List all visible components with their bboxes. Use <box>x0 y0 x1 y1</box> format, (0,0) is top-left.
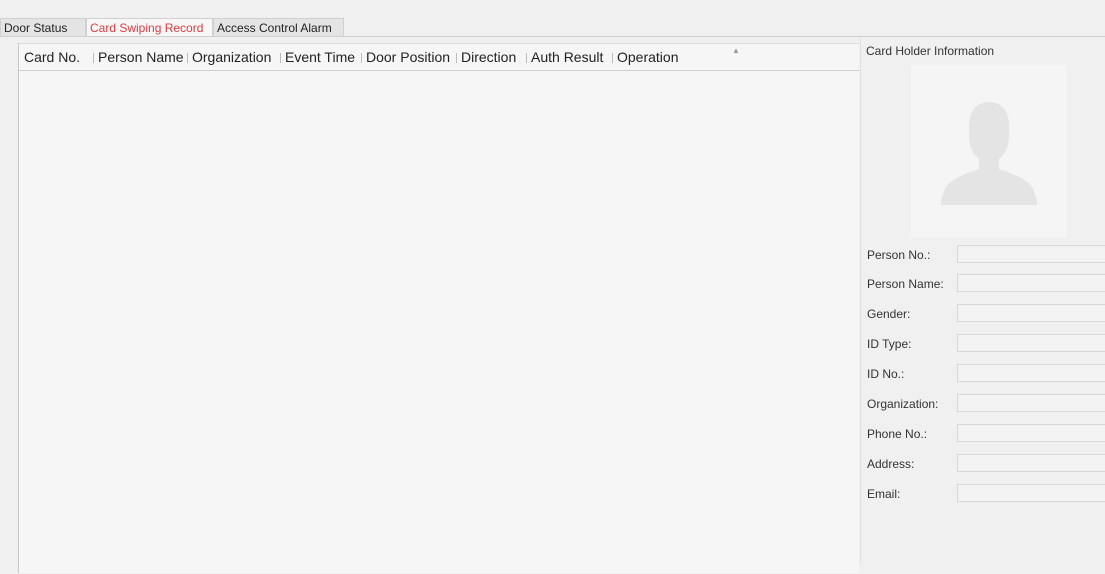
column-separator[interactable] <box>456 53 457 63</box>
email-label: Email: <box>867 487 901 501</box>
gender-field[interactable] <box>957 304 1105 322</box>
address-field[interactable] <box>957 454 1105 472</box>
column-separator[interactable] <box>280 53 281 63</box>
gender-label: Gender: <box>867 307 911 321</box>
table-body[interactable] <box>19 71 859 574</box>
column-separator[interactable] <box>93 53 94 63</box>
id-type-label: ID Type: <box>867 337 912 351</box>
person-no-field[interactable] <box>957 245 1105 263</box>
table-header: Card No. Person Name Organization Event … <box>19 44 859 71</box>
person-photo <box>911 65 1067 237</box>
column-header-auth-result[interactable]: Auth Result <box>531 49 603 65</box>
column-separator[interactable] <box>187 53 188 63</box>
id-no-label: ID No.: <box>867 367 905 381</box>
column-header-door-position[interactable]: Door Position <box>366 49 450 65</box>
tab-access-control-alarm[interactable]: Access Control Alarm <box>213 18 344 36</box>
card-holder-title: Card Holder Information <box>866 44 995 58</box>
id-type-field[interactable] <box>957 334 1105 352</box>
column-header-operation[interactable]: Operation <box>617 49 678 65</box>
column-header-organization[interactable]: Organization <box>192 49 271 65</box>
column-header-event-time[interactable]: Event Time <box>285 49 355 65</box>
column-header-direction[interactable]: Direction <box>461 49 516 65</box>
id-no-field[interactable] <box>957 364 1105 382</box>
email-field[interactable] <box>957 484 1105 502</box>
person-silhouette-icon <box>941 102 1037 205</box>
phone-no-label: Phone No.: <box>867 427 928 441</box>
sort-arrow-icon: ▲ <box>732 46 740 55</box>
column-separator[interactable] <box>612 53 613 63</box>
tab-card-swiping-record[interactable]: Card Swiping Record <box>86 18 213 36</box>
card-holder-panel: Card Holder Information Person No.: Pers… <box>860 37 1105 565</box>
column-header-person-name[interactable]: Person Name <box>98 49 184 65</box>
organization-field[interactable] <box>957 394 1105 412</box>
column-separator[interactable] <box>526 53 527 63</box>
tab-door-status[interactable]: Door Status <box>0 18 86 36</box>
card-swiping-record-table[interactable]: Card No. Person Name Organization Event … <box>18 43 859 573</box>
person-name-label: Person Name: <box>867 277 944 291</box>
address-label: Address: <box>867 457 915 471</box>
phone-no-field[interactable] <box>957 424 1105 442</box>
column-separator[interactable] <box>361 53 362 63</box>
person-no-label: Person No.: <box>867 248 931 262</box>
person-name-field[interactable] <box>957 274 1105 292</box>
column-header-card-no[interactable]: Card No. <box>24 49 80 65</box>
organization-label: Organization: <box>867 397 939 411</box>
